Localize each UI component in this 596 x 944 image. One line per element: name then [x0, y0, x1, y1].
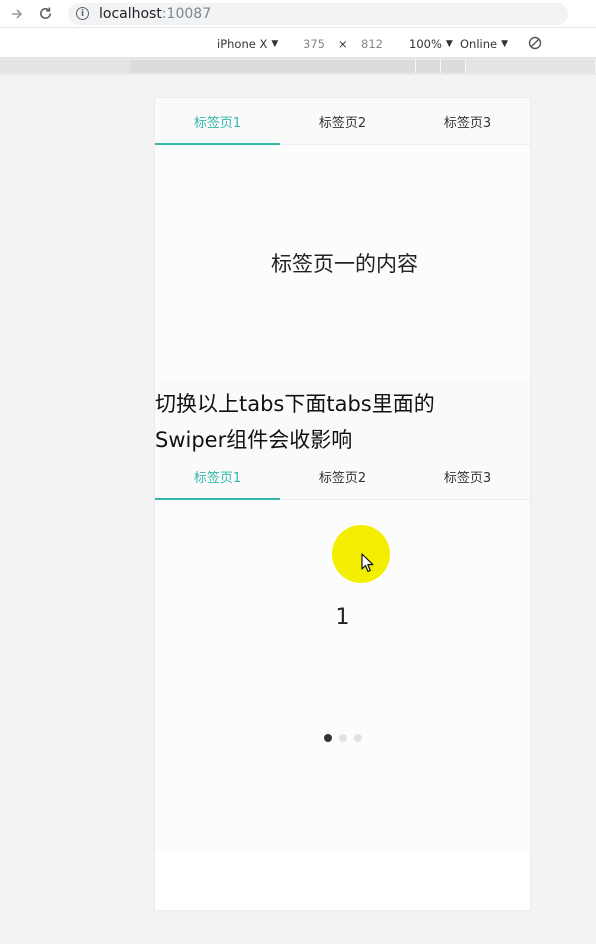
ruler-bar	[180, 60, 416, 73]
url-host: localhost	[99, 5, 162, 22]
inner-tabs: 标签页1 标签页2 标签页3	[155, 453, 530, 500]
network-value: Online	[460, 37, 498, 51]
zoom-value: 100%	[409, 37, 442, 51]
width-input[interactable]: 375	[303, 37, 325, 51]
bottom-area	[155, 852, 530, 910]
tab-3[interactable]: 标签页3	[405, 98, 530, 144]
slide-number: 1	[335, 605, 350, 630]
rotate-icon	[528, 36, 542, 50]
pagination-dots	[155, 734, 530, 742]
arrow-right-icon	[12, 8, 23, 19]
inner-tab-2[interactable]: 标签页2	[280, 453, 405, 499]
caret-down-icon: ▼	[271, 39, 279, 49]
info-icon[interactable]: i	[76, 7, 89, 20]
browser-toolbar: i localhost:10087	[0, 0, 596, 28]
pagination-dot[interactable]	[338, 734, 347, 742]
device-select[interactable]: iPhone X ▼	[217, 37, 278, 51]
times-sign: ×	[338, 37, 348, 51]
tab-2[interactable]: 标签页2	[280, 98, 405, 144]
device-toolbar: iPhone X ▼ 375 × 812 100% ▼ Online ▼	[0, 28, 596, 58]
tab-content-text: 标签页一的内容	[271, 251, 418, 276]
caret-down-icon: ▼	[445, 39, 453, 49]
inner-tab-1[interactable]: 标签页1	[155, 453, 280, 500]
caret-down-icon: ▼	[501, 39, 509, 49]
network-select[interactable]: Online ▼	[460, 37, 508, 51]
mouse-pointer-icon	[361, 553, 374, 573]
address-bar[interactable]: i localhost:10087	[68, 2, 568, 25]
tab-1[interactable]: 标签页1	[155, 98, 280, 145]
description-text: 切换以上tabs下面tabs里面的 Swiper组件会收影响	[155, 380, 530, 460]
reload-button[interactable]	[34, 3, 56, 25]
url-port: :10087	[161, 5, 212, 22]
pagination-dot[interactable]	[323, 734, 332, 742]
pagination-dot[interactable]	[353, 734, 362, 742]
rotate-button[interactable]	[528, 36, 542, 50]
zoom-select[interactable]: 100% ▼	[409, 37, 453, 51]
inner-tab-3[interactable]: 标签页3	[405, 453, 530, 499]
description-line-1: 切换以上tabs下面tabs里面的	[155, 392, 435, 416]
reload-icon	[39, 7, 51, 19]
forward-button[interactable]	[6, 3, 28, 25]
media-query-ruler	[0, 58, 596, 75]
cursor-highlight	[332, 525, 390, 583]
tab-content-panel: 标签页一的内容	[155, 145, 530, 378]
height-input[interactable]: 812	[361, 37, 383, 51]
device-viewport: 标签页1 标签页2 标签页3 标签页一的内容 切换以上tabs下面tabs里面的…	[155, 98, 530, 910]
top-tabs: 标签页1 标签页2 标签页3	[155, 98, 530, 145]
device-name: iPhone X	[217, 37, 268, 51]
